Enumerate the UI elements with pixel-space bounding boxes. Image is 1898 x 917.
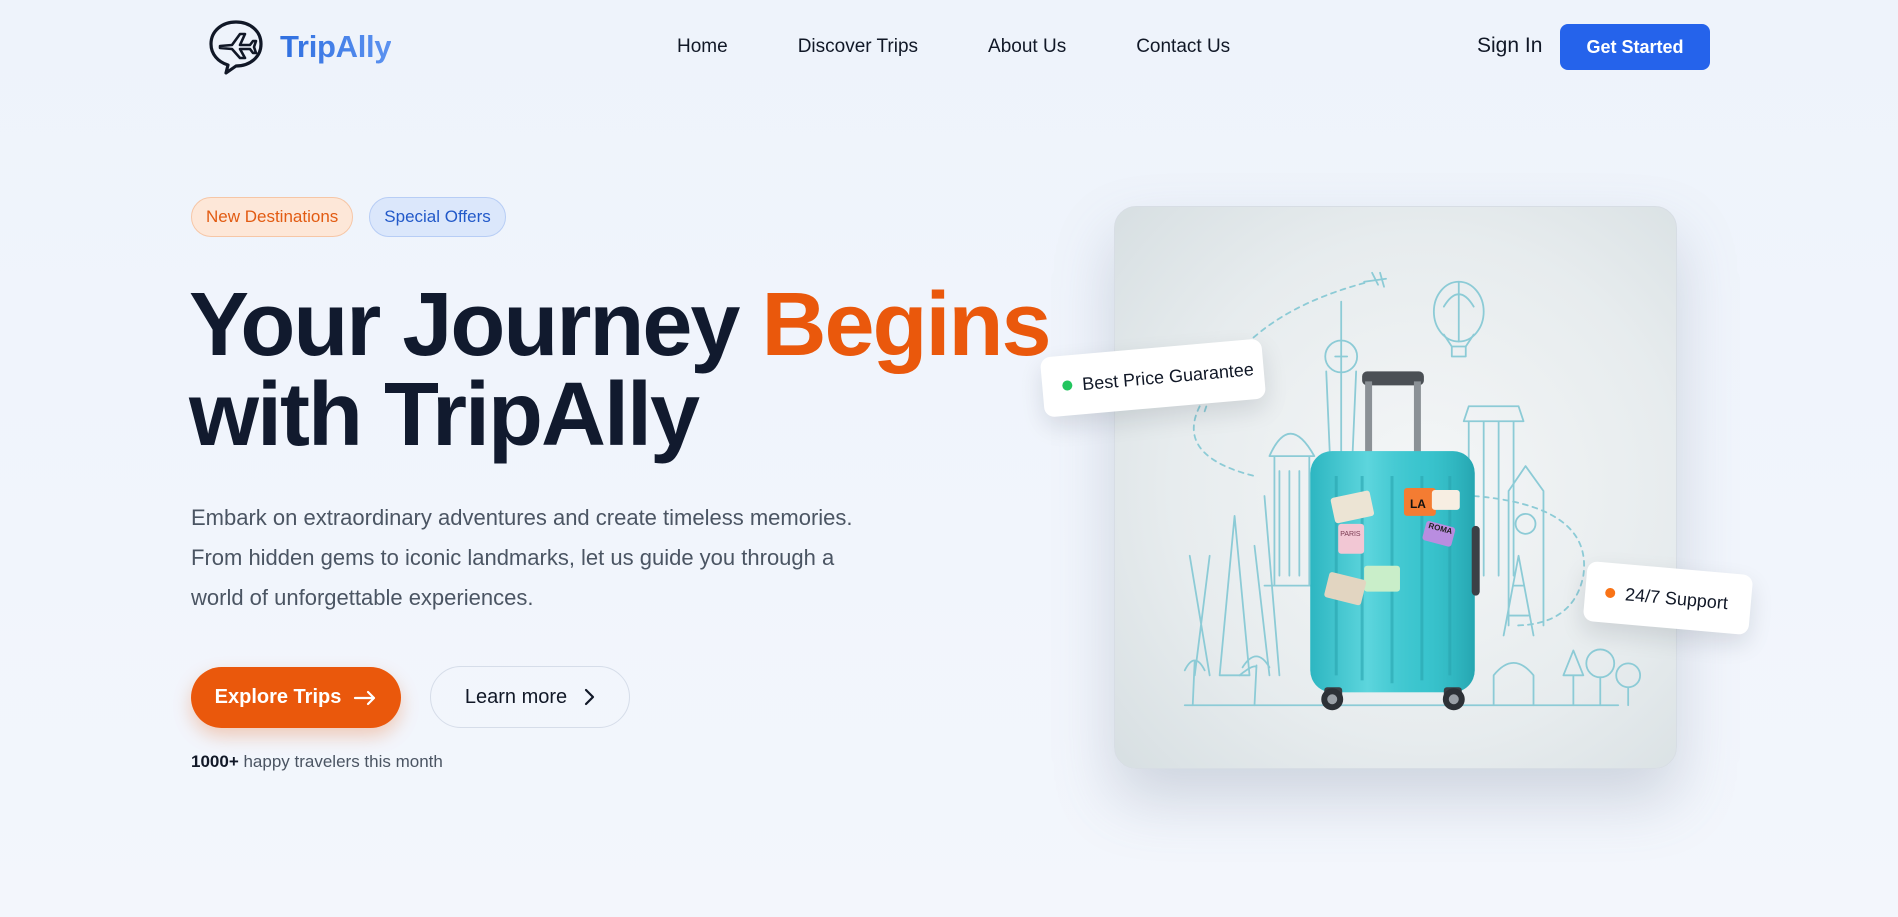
sticker-paris: PARIS (1340, 531, 1361, 538)
brand-logo[interactable]: TripAlly (206, 18, 392, 76)
nav-link-contact-us[interactable]: Contact Us (1136, 36, 1230, 58)
sticker-la: LA (1410, 497, 1426, 511)
suitcase-landmarks-illustration: LA ROMA PARIS (1183, 271, 1642, 711)
explore-trips-label: Explore Trips (214, 686, 342, 708)
hero-image-card: LA ROMA PARIS (1114, 206, 1677, 769)
plane-chat-logo-icon (209, 20, 263, 75)
social-proof: 1000+ happy travelers this month (191, 752, 443, 772)
arrow-right-icon (354, 690, 376, 705)
learn-more-label: Learn more (464, 685, 568, 708)
get-started-button[interactable]: Get Started (1560, 24, 1710, 70)
top-nav: TripAlly Home Discover Trips About Us Co… (0, 0, 1898, 96)
best-price-label: Best Price Guarantee (1081, 358, 1255, 394)
primary-nav: Home Discover Trips About Us Contact Us (677, 36, 1230, 58)
explore-trips-button[interactable]: Explore Trips (191, 667, 401, 728)
status-dot-icon (1061, 380, 1073, 391)
badge-new-destinations[interactable]: New Destinations (191, 197, 354, 237)
nav-link-home[interactable]: Home (677, 36, 728, 58)
traveler-count: 1000+ (191, 752, 239, 771)
brand-name: TripAlly (280, 29, 392, 64)
headline-accent: Begins (761, 275, 1051, 375)
sign-in-link[interactable]: Sign In (1477, 34, 1542, 58)
headline-part2: with TripAlly (189, 365, 700, 465)
headline-part1: Your Journey (189, 275, 762, 375)
traveler-text: happy travelers this month (238, 752, 443, 771)
chevron-right-icon (585, 688, 595, 706)
hero-badges: New Destinations Special Offers (191, 197, 506, 237)
learn-more-button[interactable]: Learn more (430, 666, 630, 728)
badge-special-offers[interactable]: Special Offers (369, 197, 506, 237)
status-dot-icon (1604, 587, 1616, 599)
support-label: 24/7 Support (1624, 583, 1729, 613)
hero-headline: Your Journey Begins with TripAlly (189, 280, 1089, 460)
nav-link-about-us[interactable]: About Us (988, 36, 1066, 58)
nav-link-discover-trips[interactable]: Discover Trips (798, 36, 918, 58)
hero-subtext: Embark on extraordinary adventures and c… (191, 505, 853, 610)
